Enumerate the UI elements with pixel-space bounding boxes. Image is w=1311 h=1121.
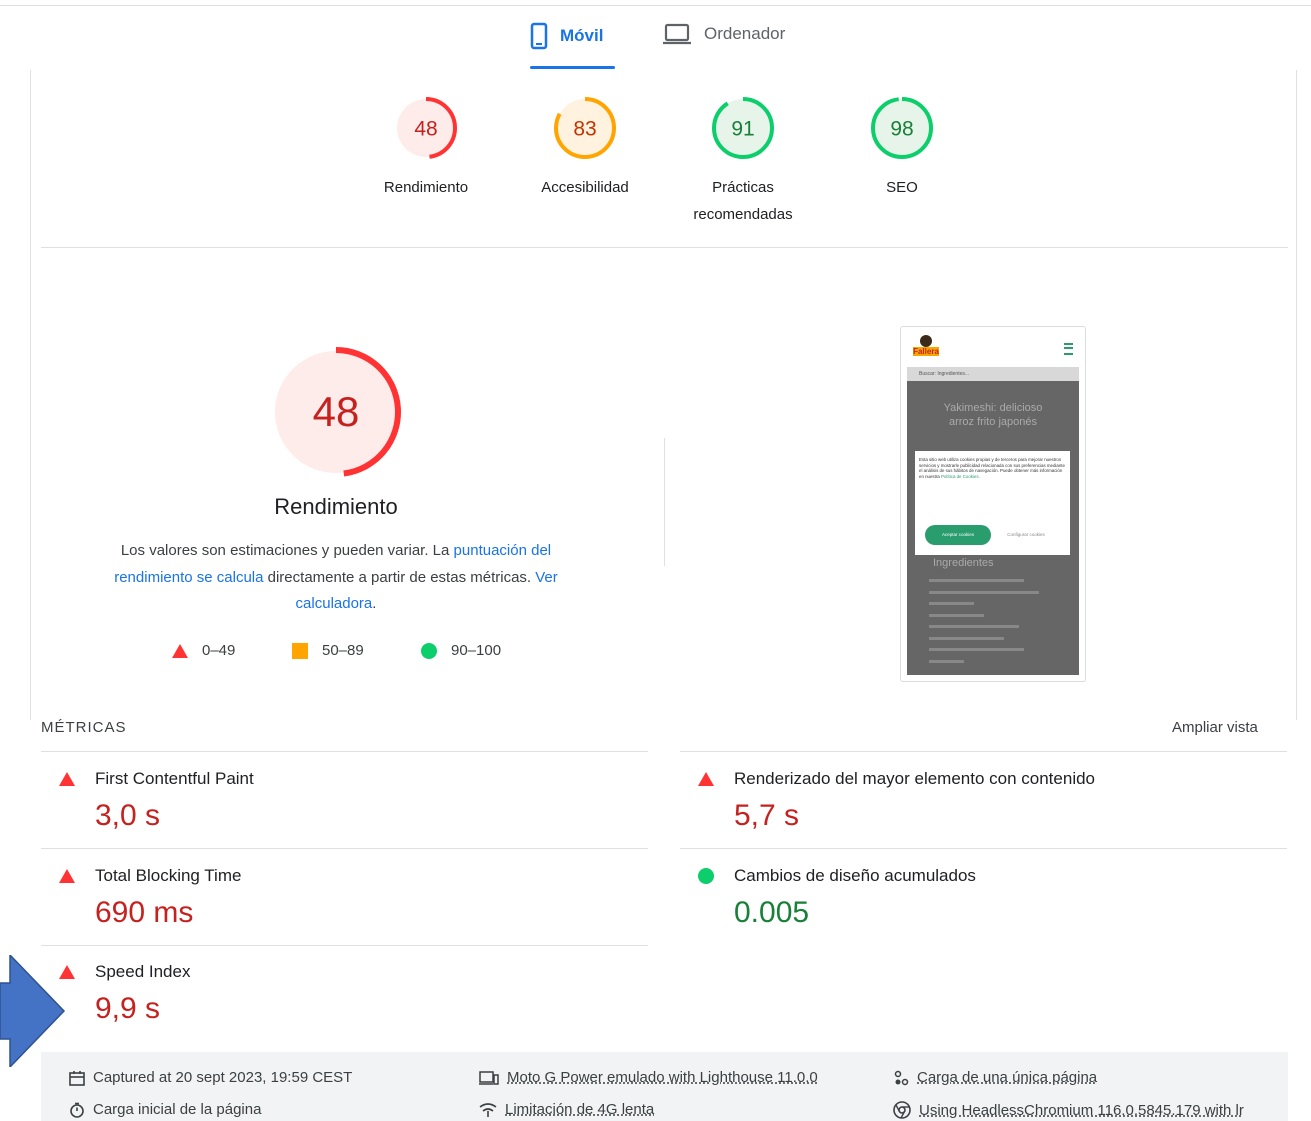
expand-view-toggle[interactable]: Ampliar vista xyxy=(1172,719,1258,736)
legend-fail: 0–49 xyxy=(172,642,235,659)
screenshot-search: Buscar: Ingredientes... xyxy=(907,367,1079,381)
tab-mobile[interactable]: Móvil xyxy=(530,22,603,50)
menu-icon xyxy=(1064,343,1073,355)
gauge-score: 91 xyxy=(731,118,754,141)
cookie-link: Política de Cookies. xyxy=(940,473,980,479)
performance-gauge: 48 xyxy=(275,347,401,477)
tab-desktop-label: Ordenador xyxy=(704,24,786,43)
desc-text-2: directamente a partir de estas métricas. xyxy=(263,568,536,586)
score-gauge[interactable]: 98 SEO xyxy=(822,95,982,201)
configure-cookies-button: Configurar cookies xyxy=(1007,532,1045,537)
right-border xyxy=(1296,70,1297,720)
pass-circle-icon xyxy=(698,868,714,884)
report-footer: Captured at 20 sept 2023, 19:59 CEST Mot… xyxy=(41,1052,1288,1121)
metrics-title: MÉTRICAS xyxy=(41,719,127,736)
screenshot-heading: Yakimeshi: delicioso arroz frito japonés xyxy=(943,402,1043,428)
chrome-icon xyxy=(893,1101,911,1119)
gauge-label: Prácticas recomendadas xyxy=(693,179,793,223)
score-gauge[interactable]: 48 Rendimiento xyxy=(346,95,506,201)
devices-icon xyxy=(479,1070,499,1085)
footer-throttling[interactable]: Limitación de 4G lenta xyxy=(479,1101,654,1118)
tab-mobile-label: Móvil xyxy=(560,26,604,45)
legend-fail-label: 0–49 xyxy=(202,642,236,659)
summary-divider xyxy=(41,247,1288,248)
performance-description: Los valores son estimaciones y pueden va… xyxy=(90,538,582,618)
score-gauge[interactable]: 83 Accesibilidad xyxy=(505,95,665,201)
screenshot-ingredients: Ingredientes xyxy=(933,557,994,569)
active-tab-indicator xyxy=(530,66,615,69)
calendar-icon xyxy=(69,1070,85,1086)
metric-name: Renderizado del mayor elemento con conte… xyxy=(734,769,1096,788)
footer-browser[interactable]: Using HeadlessChromium 116.0.5845.179 wi… xyxy=(893,1101,1244,1119)
metric-name: Total Blocking Time xyxy=(95,866,242,885)
metric-value: 3,0 s xyxy=(95,799,161,832)
screenshot-overlay: Buscar: Ingredientes... Yakimeshi: delic… xyxy=(907,367,1079,675)
footer-initial-load: Carga inicial de la página xyxy=(69,1101,261,1118)
browser-link[interactable]: Using HeadlessChromium 116.0.5845.179 wi… xyxy=(919,1102,1244,1119)
square-icon xyxy=(292,642,308,659)
metrics-divider xyxy=(680,751,1287,752)
footer-captured: Captured at 20 sept 2023, 19:59 CEST xyxy=(69,1069,352,1086)
desc-end: . xyxy=(372,595,377,612)
device-link[interactable]: Moto G Power emulado with Lighthouse 11.… xyxy=(507,1069,818,1086)
page-screenshot: Fallera Buscar: Ingredientes... Yakimesh… xyxy=(900,326,1086,682)
metric-value: 9,9 s xyxy=(95,992,161,1025)
phone-icon xyxy=(530,22,548,50)
gauge-ring: 91 xyxy=(712,97,774,159)
triangle-icon xyxy=(172,643,188,658)
performance-score: 48 xyxy=(313,388,360,435)
metrics-divider xyxy=(41,945,648,946)
top-divider xyxy=(0,5,1311,6)
metric-value: 690 ms xyxy=(95,896,194,929)
circle-icon xyxy=(421,642,437,659)
gauge-label: Rendimiento xyxy=(383,179,469,196)
metric-value: 0.005 xyxy=(734,896,810,929)
gauge-score: 83 xyxy=(573,118,596,141)
gauge-label: Accesibilidad xyxy=(541,179,629,196)
legend-average: 50–89 xyxy=(292,642,364,659)
accept-cookies-button: Aceptar cookies xyxy=(925,525,991,545)
gauge-score: 48 xyxy=(414,118,437,141)
tab-desktop[interactable]: Ordenador xyxy=(662,22,785,46)
network-icon xyxy=(479,1102,497,1117)
gauge-ring: 98 xyxy=(871,97,933,159)
gauge-ring: 48 xyxy=(395,97,457,159)
annotation-arrow-icon xyxy=(0,955,66,1067)
performance-title: Rendimiento xyxy=(274,494,398,519)
cookie-dialog: Esta sitio web utiliza cookies propias y… xyxy=(915,451,1070,555)
gauge-ring: 83 xyxy=(554,97,616,159)
nodes-icon xyxy=(894,1070,909,1085)
fail-triangle-icon xyxy=(59,772,75,786)
legend-pass: 90–100 xyxy=(421,642,501,659)
legend-average-label: 50–89 xyxy=(322,642,364,659)
metrics-divider xyxy=(41,751,648,752)
metric-name: First Contentful Paint xyxy=(95,769,254,788)
footer-device[interactable]: Moto G Power emulado with Lighthouse 11.… xyxy=(479,1069,818,1086)
gauge-label: SEO xyxy=(886,179,918,196)
captured-text: Captured at 20 sept 2023, 19:59 CEST xyxy=(93,1069,353,1086)
metric-name: Cambios de diseño acumulados xyxy=(734,866,976,885)
center-divider xyxy=(664,438,665,566)
screenshot-ingredient-list xyxy=(929,579,1049,671)
site-logo: Fallera xyxy=(913,335,939,361)
desc-text: Los valores son estimaciones y pueden va… xyxy=(120,542,454,559)
metric-value: 5,7 s xyxy=(734,799,800,832)
timer-icon xyxy=(70,1102,84,1118)
metrics-divider xyxy=(680,848,1287,849)
metric-name: Speed Index xyxy=(95,962,191,981)
fail-triangle-icon xyxy=(59,869,75,883)
single-page-link[interactable]: Carga de una única página xyxy=(917,1069,1097,1086)
fail-triangle-icon xyxy=(698,772,714,786)
metrics-divider xyxy=(41,848,648,849)
score-gauge[interactable]: 91 Prácticas recomendadas xyxy=(663,95,823,228)
initial-load-text: Carga inicial de la página xyxy=(93,1101,262,1118)
left-border xyxy=(30,70,31,720)
gauge-score: 98 xyxy=(890,118,913,141)
screenshot-header: Fallera xyxy=(901,327,1085,367)
footer-single-page[interactable]: Carga de una única página xyxy=(893,1069,1097,1086)
throttling-link[interactable]: Limitación de 4G lenta xyxy=(505,1101,654,1118)
logo-text: Fallera xyxy=(913,347,939,356)
laptop-icon xyxy=(663,23,691,45)
legend-pass-label: 90–100 xyxy=(451,642,502,659)
